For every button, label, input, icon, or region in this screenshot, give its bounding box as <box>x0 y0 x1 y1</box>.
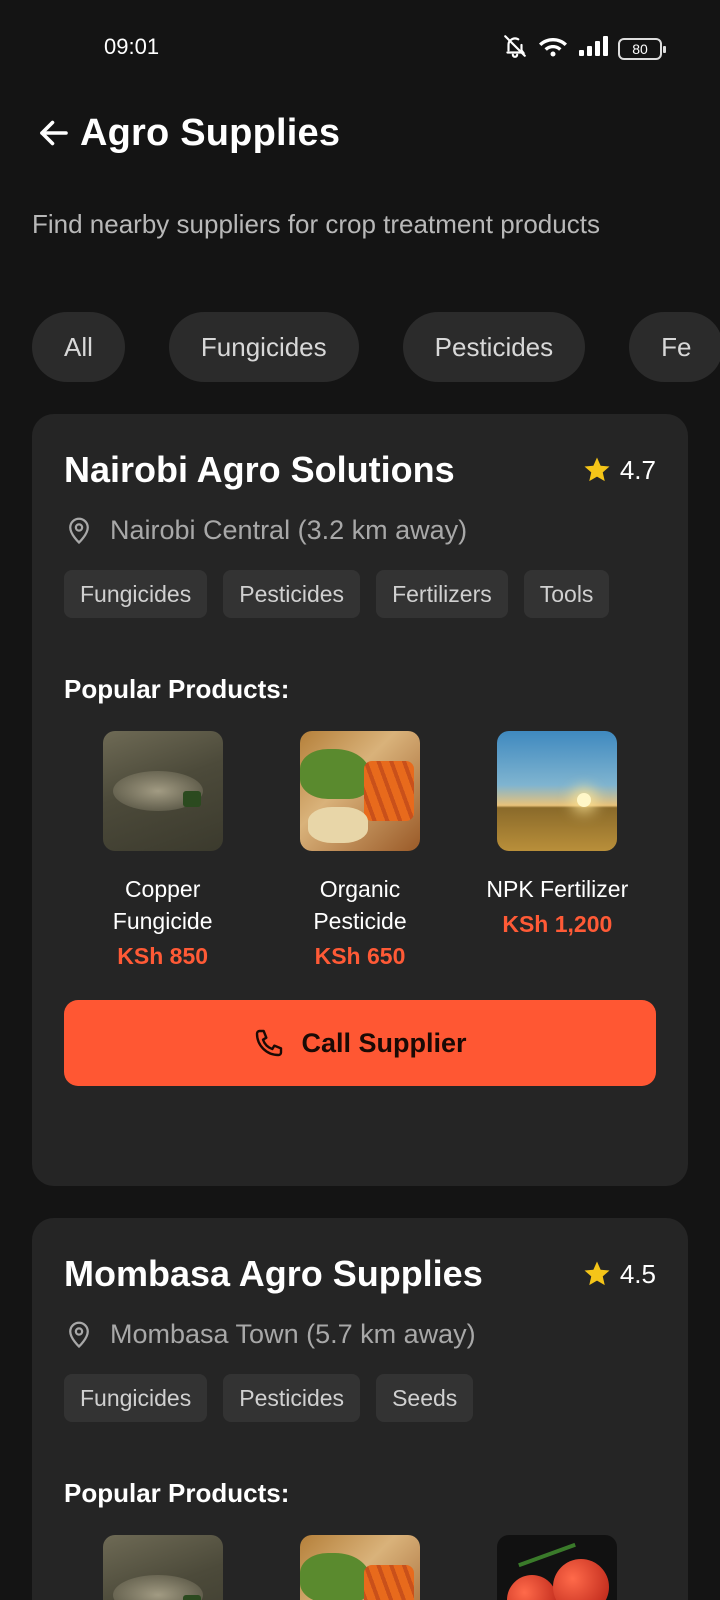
status-time: 09:01 <box>104 34 160 59</box>
supplier-card[interactable]: Mombasa Agro Supplies 4.5 Mombasa Town (… <box>32 1218 688 1600</box>
header: Agro Supplies <box>36 108 340 158</box>
phone-icon <box>256 1029 283 1057</box>
page-subtitle: Find nearby suppliers for crop treatment… <box>32 209 600 239</box>
filter-chip-fertilizers[interactable]: Fe <box>629 312 720 382</box>
product-price: KSh 850 <box>117 943 209 969</box>
product-image[interactable] <box>497 1535 618 1600</box>
product-price: KSh 1,200 <box>502 911 613 937</box>
filter-chips: All Fungicides Pesticides Fe <box>32 312 720 382</box>
supplier-card-header: Nairobi Agro Solutions 4.7 <box>64 446 656 494</box>
category-tag: Pesticides <box>223 1374 361 1422</box>
status-bar: 09:01 80 <box>0 0 720 96</box>
rating-value: 4.7 <box>619 454 656 485</box>
product-list <box>64 1535 656 1600</box>
product-name: NPK Fertilizer <box>486 876 629 902</box>
popular-products-label: Popular Products: <box>64 674 290 704</box>
category-tag: Seeds <box>376 1374 474 1422</box>
category-tag: Pesticides <box>223 570 361 618</box>
supplier-rating: 4.5 <box>582 1259 656 1290</box>
product-item[interactable] <box>459 1535 656 1600</box>
arrow-left-icon <box>40 120 68 146</box>
popular-products-label: Popular Products: <box>64 1478 290 1508</box>
category-tag: Tools <box>523 570 610 618</box>
product-item[interactable]: Copper Fungicide KSh 850 <box>64 731 261 970</box>
filter-chip-pesticides[interactable]: Pesticides <box>402 312 586 382</box>
product-image[interactable] <box>497 731 618 851</box>
supplier-location: Nairobi Central (3.2 km away) <box>64 510 656 550</box>
supplier-location: Mombasa Town (5.7 km away) <box>64 1314 656 1354</box>
product-image[interactable] <box>102 1535 223 1600</box>
supplier-rating: 4.7 <box>582 455 656 486</box>
supplier-name: Mombasa Agro Supplies <box>64 1253 483 1294</box>
status-icons: 80 <box>502 33 666 64</box>
product-item[interactable] <box>64 1535 261 1600</box>
filter-chip-fungicides[interactable]: Fungicides <box>168 312 359 382</box>
star-icon <box>584 1261 610 1286</box>
supplier-card-header: Mombasa Agro Supplies 4.5 <box>64 1250 656 1298</box>
battery-icon: 80 <box>618 37 666 60</box>
page-title: Agro Supplies <box>80 111 341 154</box>
category-tags: Fungicides Pesticides Seeds <box>64 1374 624 1422</box>
product-image[interactable] <box>102 731 223 851</box>
product-image[interactable] <box>299 731 420 851</box>
product-list: Copper Fungicide KSh 850 Organic Pestici… <box>64 731 656 970</box>
product-name: Organic Pesticide <box>313 876 407 934</box>
location-pin-icon <box>69 517 89 545</box>
location-text: Nairobi Central (3.2 km away) <box>110 514 468 545</box>
product-item[interactable]: NPK Fertilizer KSh 1,200 <box>459 731 656 970</box>
mute-icon <box>502 33 528 64</box>
call-supplier-button[interactable]: Call Supplier <box>64 1000 656 1086</box>
signal-icon <box>578 35 608 62</box>
product-price: KSh 650 <box>314 943 406 969</box>
wifi-icon <box>538 34 568 63</box>
filter-chip-all[interactable]: All <box>32 312 125 382</box>
product-item[interactable] <box>261 1535 458 1600</box>
back-button[interactable] <box>36 108 80 158</box>
product-image[interactable] <box>299 1535 420 1600</box>
product-name: Copper Fungicide <box>112 876 213 934</box>
category-tag: Fungicides <box>64 1374 208 1422</box>
supplier-name: Nairobi Agro Solutions <box>64 449 455 490</box>
supplier-card[interactable]: Nairobi Agro Solutions 4.7 Nairobi Centr… <box>32 414 688 1186</box>
location-text: Mombasa Town (5.7 km away) <box>110 1318 476 1349</box>
star-icon <box>584 457 610 482</box>
location-pin-icon <box>69 1321 89 1349</box>
call-supplier-label: Call Supplier <box>301 1027 467 1058</box>
screen: 09:01 80 Agro Supplies Find nearby suppl… <box>0 0 720 1600</box>
category-tag: Fungicides <box>64 570 208 618</box>
rating-value: 4.5 <box>619 1258 656 1289</box>
product-item[interactable]: Organic Pesticide KSh 650 <box>261 731 458 970</box>
category-tags: Fungicides Pesticides Fertilizers Tools <box>64 570 624 618</box>
category-tag: Fertilizers <box>376 570 508 618</box>
